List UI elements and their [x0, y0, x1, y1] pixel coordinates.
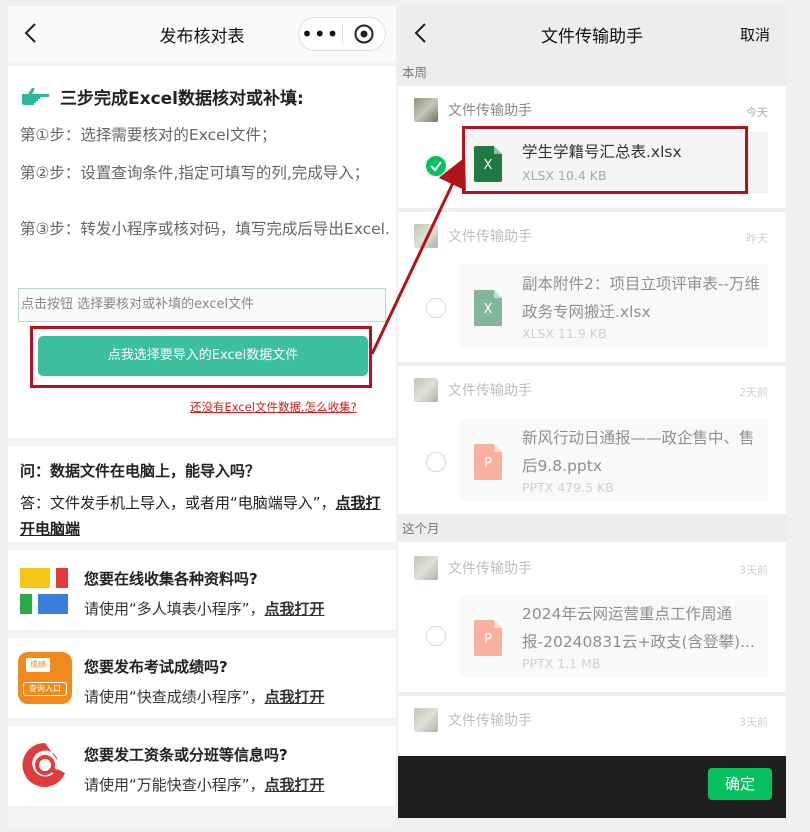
annotation-arrow-icon: [370, 157, 466, 355]
